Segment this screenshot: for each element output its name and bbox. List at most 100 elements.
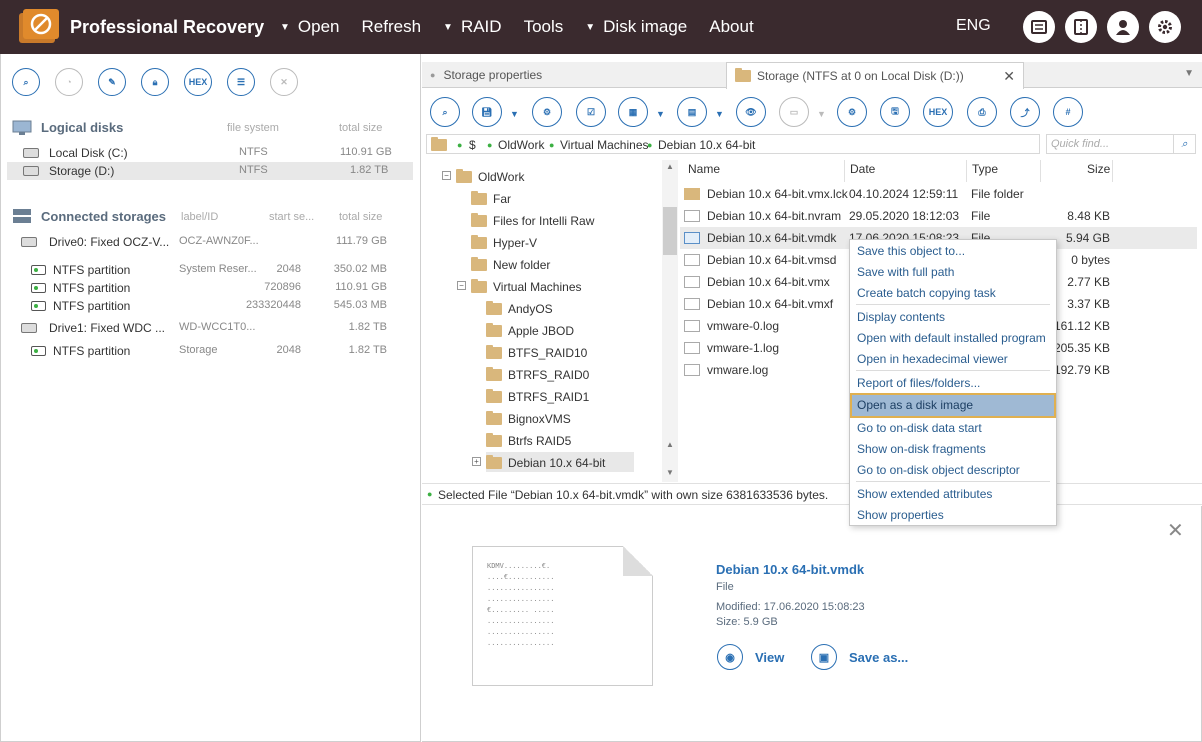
breadcrumb-virtual-machines[interactable]: Virtual Machines bbox=[560, 138, 649, 152]
tree-item[interactable]: Far bbox=[471, 188, 511, 208]
context-menu-item[interactable]: Show extended attributes bbox=[852, 484, 1054, 505]
view-button[interactable]: ◉ View bbox=[717, 644, 784, 670]
col-date[interactable]: Date bbox=[850, 162, 875, 182]
logical-disk-row[interactable]: Local Disk (C:) NTFS 110.91 GB bbox=[7, 144, 413, 162]
tab-menu-icon[interactable]: ▼ bbox=[1184, 68, 1194, 79]
binoculars-button[interactable]: 👁︎ bbox=[736, 97, 766, 127]
file-row[interactable]: Debian 10.x 64-bit.nvram 29.05.2020 18:12… bbox=[680, 205, 1197, 227]
logical-disk-row-selected[interactable]: Storage (D:) NTFS 1.82 TB bbox=[7, 162, 413, 180]
tab-storage-ntfs[interactable]: Storage (NTFS at 0 on Local Disk (D:)) ✕ bbox=[726, 62, 1024, 89]
context-menu-item[interactable]: Report of files/folders... bbox=[852, 373, 1054, 394]
file-settings-button[interactable]: ⚙ bbox=[837, 97, 867, 127]
save-as-button[interactable]: ▣ Save as... bbox=[811, 644, 908, 670]
close-storage-button[interactable]: ✕ bbox=[270, 68, 298, 96]
print-button[interactable]: ⎙ bbox=[967, 97, 997, 127]
navigate-button[interactable]: ⤴ bbox=[1010, 97, 1040, 127]
tree-item[interactable]: Files for Intelli Raw bbox=[471, 210, 594, 230]
expand-icon[interactable]: + bbox=[472, 457, 481, 466]
context-menu-item[interactable]: Show on-disk fragments bbox=[852, 439, 1054, 460]
edit-button[interactable]: ✎ bbox=[98, 68, 126, 96]
tree-item[interactable]: BignoxVMS bbox=[486, 408, 571, 428]
tree-scrollbar-thumb[interactable] bbox=[663, 207, 677, 255]
storage-partition-row[interactable]: NTFS partition 233320448 545.03 MB bbox=[7, 297, 413, 315]
tree-item[interactable]: AndyOS bbox=[486, 298, 553, 318]
breadcrumb-debian[interactable]: Debian 10.x 64-bit bbox=[658, 138, 755, 152]
details-dropdown-icon[interactable]: ▼ bbox=[715, 109, 724, 119]
tab-close-icon[interactable]: ✕ bbox=[1003, 68, 1015, 85]
collapse-icon[interactable]: − bbox=[442, 171, 451, 180]
collapse-icon[interactable]: − bbox=[457, 281, 466, 290]
search-button[interactable]: ⌕ bbox=[12, 68, 40, 96]
tree-item[interactable]: BTRFS_RAID1 bbox=[486, 386, 589, 406]
storage-drive-row[interactable]: Drive0: Fixed OCZ-V... OCZ-AWNZ0F... 111.7… bbox=[7, 233, 413, 251]
menu-tools[interactable]: Tools bbox=[524, 17, 564, 37]
context-menu-item[interactable]: Save with full path bbox=[852, 262, 1054, 283]
storage-partition-row[interactable]: NTFS partition System Reser... 2048 350.02 … bbox=[7, 261, 413, 279]
quick-find-input[interactable]: Quick find... ⌕ bbox=[1046, 134, 1196, 154]
col-size[interactable]: Size bbox=[1087, 162, 1110, 182]
language-selector[interactable]: ENG bbox=[956, 17, 991, 35]
menu-separator bbox=[856, 304, 1050, 305]
preview-close-icon[interactable]: ✕ bbox=[1167, 518, 1184, 543]
checklist-button[interactable]: ☑ bbox=[576, 97, 606, 127]
scroll-up-icon[interactable]: ▲ bbox=[666, 440, 674, 449]
title-bar: Professional Recovery ▼ Open Refresh ▼ RAI… bbox=[0, 0, 1202, 54]
context-menu-item[interactable]: Open as a disk image bbox=[850, 393, 1056, 418]
menu-open[interactable]: ▼ Open bbox=[280, 17, 340, 37]
tree-item[interactable]: + Debian 10.x 64-bit bbox=[472, 452, 634, 472]
details-button[interactable]: ▤ bbox=[677, 97, 707, 127]
account-button[interactable] bbox=[1107, 11, 1139, 43]
view-mode-button[interactable]: ▦ bbox=[618, 97, 648, 127]
context-menu-item[interactable]: Open with default installed program bbox=[852, 328, 1054, 349]
partition-icon bbox=[31, 265, 46, 275]
context-menu-item[interactable]: Go to on-disk data start bbox=[852, 418, 1054, 439]
preview-dropdown-icon[interactable]: ▼ bbox=[817, 109, 826, 119]
context-menu-item[interactable]: Create batch copying task bbox=[852, 283, 1054, 304]
storage-drive-row[interactable]: Drive1: Fixed WDC ... WD-WCC1T0... 1.82 TB bbox=[7, 319, 413, 337]
menu-refresh[interactable]: Refresh bbox=[362, 17, 422, 37]
col-type[interactable]: Type bbox=[972, 162, 998, 182]
save-button[interactable]: 💾︎ bbox=[472, 97, 502, 127]
preview-button[interactable]: ▭ bbox=[779, 97, 809, 127]
menu-raid[interactable]: ▼ RAID bbox=[443, 17, 502, 37]
find-button[interactable]: ⌕ bbox=[430, 97, 460, 127]
save-dropdown-icon[interactable]: ▼ bbox=[510, 109, 519, 119]
context-menu-item[interactable]: Save this object to... bbox=[852, 241, 1054, 262]
tree-item[interactable]: Hyper-V bbox=[471, 232, 537, 252]
log-button[interactable] bbox=[1023, 11, 1055, 43]
menu-disk-image[interactable]: ▼ Disk image bbox=[585, 17, 687, 37]
tree-item[interactable]: BTRFS_RAID0 bbox=[486, 364, 589, 384]
context-menu-item[interactable]: Go to on-disk object descriptor bbox=[852, 460, 1054, 481]
view-dropdown-icon[interactable]: ▼ bbox=[656, 109, 665, 119]
hex-button[interactable]: HEX bbox=[184, 68, 212, 96]
context-menu-item[interactable]: Display contents bbox=[852, 307, 1054, 328]
scroll-up-icon[interactable]: ▲ bbox=[666, 162, 674, 171]
storage-partition-row[interactable]: NTFS partition Storage 2048 1.82 TB bbox=[7, 342, 413, 360]
breadcrumb-oldwork[interactable]: OldWork bbox=[498, 138, 544, 152]
tab-storage-properties[interactable]: ● Storage properties bbox=[430, 62, 726, 88]
tree-item[interactable]: New folder bbox=[471, 254, 550, 274]
scroll-down-icon[interactable]: ▼ bbox=[666, 468, 674, 477]
save-file-button[interactable]: 🖫︎ bbox=[880, 97, 910, 127]
lock-button[interactable]: 🔒︎ bbox=[141, 68, 169, 96]
settings-button[interactable] bbox=[1149, 11, 1181, 43]
list-button[interactable]: ☰ bbox=[227, 68, 255, 96]
save-settings-button[interactable]: ⚙ bbox=[532, 97, 562, 127]
tree-item[interactable]: − Virtual Machines bbox=[457, 276, 582, 296]
sector-button[interactable]: # bbox=[1053, 97, 1083, 127]
search-icon[interactable]: ⌕ bbox=[1173, 135, 1195, 153]
tree-item[interactable]: Btrfs RAID5 bbox=[486, 430, 571, 450]
tree-item[interactable]: − OldWork bbox=[442, 166, 524, 186]
hex-view-button[interactable]: HEX bbox=[923, 97, 953, 127]
context-menu-item[interactable]: Show properties bbox=[852, 505, 1054, 526]
context-menu-item[interactable]: Open in hexadecimal viewer bbox=[852, 349, 1054, 370]
scan-button[interactable]: ◔ bbox=[55, 68, 83, 96]
file-row[interactable]: Debian 10.x 64-bit.vmx.lck 04.10.2024 12:… bbox=[680, 183, 1197, 205]
menu-about[interactable]: About bbox=[709, 17, 753, 37]
panel-toggle-button[interactable] bbox=[1065, 11, 1097, 43]
storage-partition-row[interactable]: NTFS partition 720896 110.91 GB bbox=[7, 279, 413, 297]
tree-item[interactable]: Apple JBOD bbox=[486, 320, 574, 340]
col-name[interactable]: Name bbox=[688, 162, 720, 182]
tree-item[interactable]: BTFS_RAID10 bbox=[486, 342, 587, 362]
breadcrumb-root[interactable]: $ bbox=[469, 138, 476, 152]
